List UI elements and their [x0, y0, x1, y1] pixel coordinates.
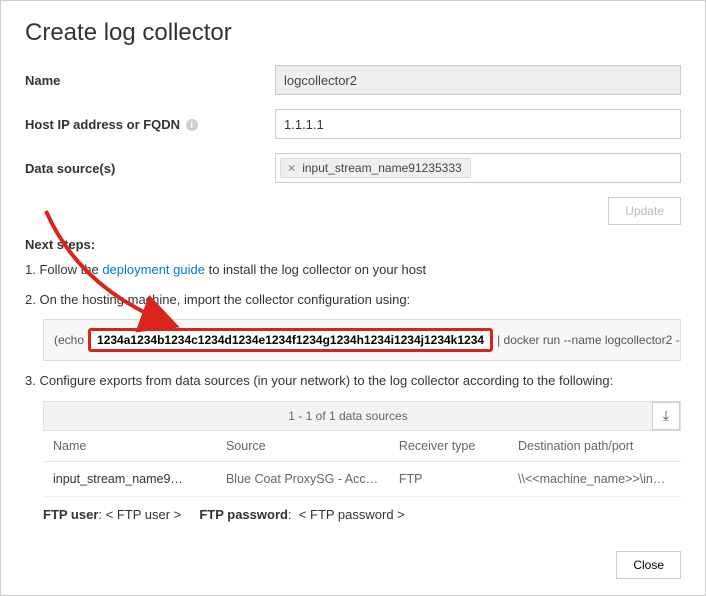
name-row: Name — [25, 65, 681, 95]
step-2: 2. On the hosting machine, import the co… — [25, 290, 681, 310]
col-dest[interactable]: Destination path/port — [508, 431, 681, 462]
command-box: (echo 1234a1234b1234c1234d1234e1234f1234… — [43, 319, 681, 361]
download-icon[interactable]: ⤓ — [652, 402, 680, 430]
ftp-password-label: FTP password — [199, 507, 288, 522]
ftp-password-value: < FTP password > — [299, 507, 405, 522]
name-input[interactable] — [275, 65, 681, 95]
col-receiver[interactable]: Receiver type — [389, 431, 508, 462]
table-summary-bar: 1 - 1 of 1 data sources ⤓ — [43, 401, 681, 431]
data-sources-table: Name Source Receiver type Destination pa… — [43, 431, 681, 497]
col-source[interactable]: Source — [216, 431, 389, 462]
update-row: Update — [25, 197, 681, 225]
data-source-tag[interactable]: ✕ input_stream_name91235333 — [280, 158, 471, 178]
ftp-user-value: < FTP user > — [106, 507, 182, 522]
host-label-text: Host IP address or FQDN — [25, 117, 180, 132]
table-summary-text: 1 - 1 of 1 data sources — [44, 409, 652, 423]
data-source-label: Data source(s) — [25, 161, 275, 176]
dialog-footer: Close — [616, 551, 681, 579]
name-label: Name — [25, 73, 275, 88]
cmd-prefix: (echo — [54, 333, 84, 347]
info-icon[interactable]: i — [186, 119, 198, 131]
cell-dest: \\<<machine_name>>\input_stre… — [508, 461, 681, 496]
credentials-line: FTP user: < FTP user > FTP password: < F… — [43, 507, 681, 522]
cell-name: input_stream_name9… — [43, 461, 216, 496]
ftp-user-label: FTP user — [43, 507, 98, 522]
host-input[interactable] — [275, 109, 681, 139]
cmd-suffix: | docker run --name logcollector2 -p 21:… — [497, 333, 681, 347]
data-sources-table-wrap: 1 - 1 of 1 data sources ⤓ Name Source Re… — [43, 401, 681, 497]
step1-prefix: 1. Follow the — [25, 262, 102, 277]
data-source-field[interactable]: ✕ input_stream_name91235333 — [275, 153, 681, 183]
close-button[interactable]: Close — [616, 551, 681, 579]
tag-label: input_stream_name91235333 — [302, 161, 461, 175]
cmd-token-highlighted: 1234a1234b1234c1234d1234e1234f1234g1234h… — [88, 328, 493, 352]
create-log-collector-dialog: Create log collector Name Host IP addres… — [0, 0, 706, 596]
host-label: Host IP address or FQDN i — [25, 117, 275, 132]
table-row[interactable]: input_stream_name9… Blue Coat ProxySG - … — [43, 461, 681, 496]
col-name[interactable]: Name — [43, 431, 216, 462]
step-3: 3. Configure exports from data sources (… — [25, 371, 681, 391]
cell-receiver: FTP — [389, 461, 508, 496]
update-button[interactable]: Update — [608, 197, 681, 225]
next-steps-title: Next steps: — [25, 237, 681, 252]
tag-remove-icon[interactable]: ✕ — [287, 162, 296, 175]
dialog-title: Create log collector — [25, 19, 681, 47]
cell-source: Blue Coat ProxySG - Access l… — [216, 461, 389, 496]
host-row: Host IP address or FQDN i — [25, 109, 681, 139]
table-header-row: Name Source Receiver type Destination pa… — [43, 431, 681, 462]
step1-suffix: to install the log collector on your hos… — [205, 262, 426, 277]
data-source-row: Data source(s) ✕ input_stream_name912353… — [25, 153, 681, 183]
step-1: 1. Follow the deployment guide to instal… — [25, 260, 681, 280]
deployment-guide-link[interactable]: deployment guide — [102, 262, 205, 277]
